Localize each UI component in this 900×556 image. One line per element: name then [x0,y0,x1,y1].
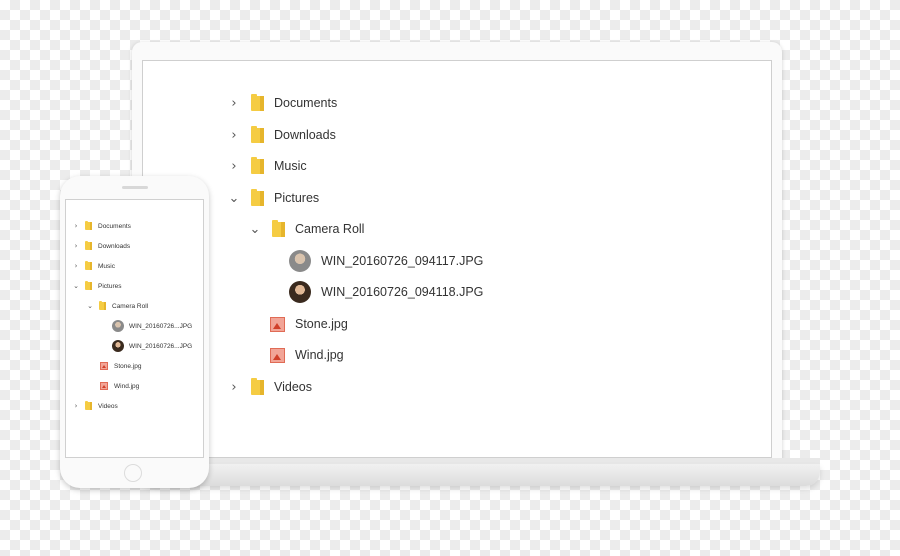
folder-icon [251,377,264,395]
tree-item-stone[interactable]: Stone.jpg [100,359,141,373]
tree-item-label: Wind.jpg [114,382,140,390]
tree-item-pictures[interactable]: ⌄ Pictures [72,279,121,293]
chevron-right-icon[interactable]: › [72,242,80,250]
tree-item-label: Stone.jpg [114,362,142,370]
tree-item-label: WIN_20160726...JPG [129,342,193,350]
folder-icon [251,125,264,143]
tree-item-videos[interactable]: › Videos [227,375,312,399]
tree-item-wind[interactable]: Wind.jpg [100,379,139,393]
photo-avatar-icon [289,250,311,272]
chevron-right-icon[interactable]: › [227,380,241,395]
tree-item-label: Videos [274,380,312,394]
laptop-base [140,464,820,486]
chevron-right-icon[interactable]: › [227,96,241,111]
tree-item-label: Pictures [274,191,320,205]
folder-icon [85,281,92,290]
tree-item-stone[interactable]: Stone.jpg [270,312,348,336]
folder-icon [272,219,285,237]
tree-item-videos[interactable]: › Videos [72,399,118,413]
chevron-down-icon[interactable]: ⌄ [72,282,80,290]
tree-item-label: Downloads [274,128,336,142]
folder-icon [251,156,264,174]
tree-item-label: Documents [274,96,338,110]
tree-item-downloads[interactable]: › Downloads [227,123,336,147]
tree-item-label: Music [98,262,115,270]
tree-item-label: WIN_20160726_094117.JPG [321,254,484,268]
tree-item-label: Documents [98,222,131,230]
photo-avatar-icon [289,281,311,303]
tree-item-label: Camera Roll [112,302,149,310]
phone-screen: › Documents › Downloads › Music ⌄ Pictur… [65,199,204,458]
tree-item-pictures[interactable]: ⌄ Pictures [227,186,319,210]
tree-item-photo2[interactable]: WIN_20160726...JPG [112,339,192,353]
tree-item-photo1[interactable]: WIN_20160726_094117.JPG [289,249,483,273]
chevron-right-icon[interactable]: › [72,222,80,230]
folder-icon [85,241,92,250]
tree-item-documents[interactable]: › Documents [72,219,131,233]
chevron-right-icon[interactable]: › [227,159,241,174]
tree-item-label: Stone.jpg [295,317,348,331]
image-file-icon [100,362,108,370]
tree-item-music[interactable]: › Music [72,259,115,273]
laptop-frame: › Documents › Downloads › Music ⌄ Pictur… [132,42,782,470]
image-file-icon [100,382,108,390]
tree-item-label: Downloads [98,242,131,250]
folder-icon [99,301,106,310]
photo-avatar-icon [112,340,124,352]
tree-item-photo1[interactable]: WIN_20160726...JPG [112,319,192,333]
folder-icon [85,261,92,270]
folder-icon [85,221,92,230]
tree-item-photo2[interactable]: WIN_20160726_094118.JPG [289,280,483,304]
chevron-right-icon[interactable]: › [72,402,80,410]
folder-icon [251,188,264,206]
chevron-down-icon[interactable]: ⌄ [86,302,94,310]
photo-avatar-icon [112,320,124,332]
tree-item-label: Videos [98,402,118,410]
phone-home-button[interactable] [124,464,142,482]
image-file-icon [270,316,285,332]
tree-item-label: Music [274,159,307,173]
tree-item-downloads[interactable]: › Downloads [72,239,130,253]
tree-item-label: WIN_20160726...JPG [129,322,193,330]
chevron-down-icon[interactable]: ⌄ [227,191,241,206]
image-file-icon [270,347,285,363]
tree-item-documents[interactable]: › Documents [227,91,337,115]
chevron-right-icon[interactable]: › [72,262,80,270]
tree-item-camera-roll[interactable]: ⌄ Camera Roll [86,299,148,313]
folder-icon [251,93,264,111]
tree-item-music[interactable]: › Music [227,154,307,178]
tree-item-label: WIN_20160726_094118.JPG [321,285,484,299]
tree-item-label: Camera Roll [295,222,365,236]
chevron-right-icon[interactable]: › [227,128,241,143]
tree-item-label: Pictures [98,282,122,290]
phone-frame: › Documents › Downloads › Music ⌄ Pictur… [60,176,209,488]
chevron-down-icon[interactable]: ⌄ [248,222,262,237]
phone-speaker [122,186,148,189]
laptop-screen: › Documents › Downloads › Music ⌄ Pictur… [142,60,772,458]
tree-item-camera-roll[interactable]: ⌄ Camera Roll [248,217,364,241]
tree-item-wind[interactable]: Wind.jpg [270,343,344,367]
tree-item-label: Wind.jpg [295,348,344,362]
folder-icon [85,401,92,410]
